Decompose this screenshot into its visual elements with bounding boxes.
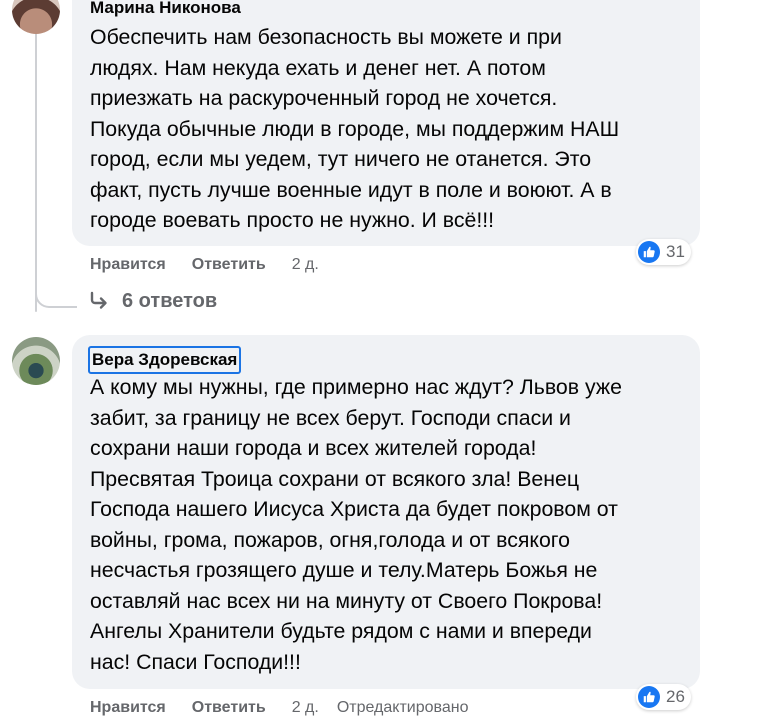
reaction-summary[interactable]: 26: [636, 684, 691, 710]
avatar[interactable]: [12, 337, 60, 385]
view-replies-link[interactable]: 6 ответов: [88, 289, 217, 313]
comment-author[interactable]: Вера Здоревская: [88, 346, 242, 374]
reaction-count: 26: [666, 687, 685, 706]
like-icon: [638, 686, 660, 708]
comment-text: А кому мы нужны, где примерно нас ждут? …: [90, 375, 622, 674]
comment-timestamp[interactable]: 2 д.: [292, 256, 319, 274]
like-button[interactable]: Нравится: [90, 699, 166, 717]
thread-connector: [35, 282, 77, 308]
reaction-summary[interactable]: 31: [636, 239, 691, 265]
edited-label[interactable]: Отредактировано: [337, 699, 469, 717]
reply-button[interactable]: Ответить: [192, 699, 266, 717]
comment-actions: Нравится Ответить 2 д. Отредактировано: [90, 699, 486, 717]
reaction-count: 31: [666, 242, 685, 261]
comment-actions: Нравится Ответить 2 д.: [90, 256, 337, 274]
reply-button[interactable]: Ответить: [192, 256, 266, 274]
avatar[interactable]: [12, 0, 60, 34]
comment-author[interactable]: Марина Никонова: [90, 0, 241, 18]
like-button[interactable]: Нравится: [90, 256, 166, 274]
comment-text: Обеспечить нам безопасность вы можете и …: [90, 25, 620, 232]
reply-arrow-icon: [90, 291, 107, 309]
comment-timestamp[interactable]: 2 д.: [292, 699, 319, 717]
thread-line: [35, 0, 37, 312]
like-icon: [638, 241, 660, 263]
replies-count-label[interactable]: 6 ответов: [122, 290, 217, 313]
